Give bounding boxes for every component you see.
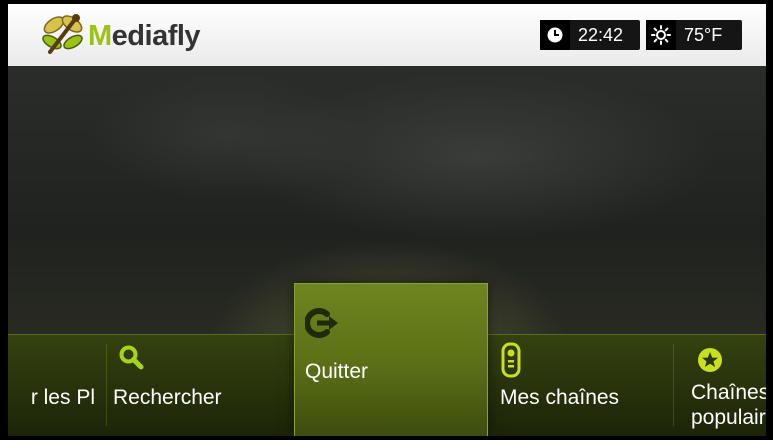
clock-display: 22:42	[540, 20, 640, 50]
header-bar: Mediafly 22:42 75°F	[8, 4, 766, 67]
menu-item-partial-left[interactable]: r les Pl	[8, 334, 103, 436]
temperature: 75°F	[684, 24, 723, 45]
tv-screen: Mediafly 22:42 75°F r les Pl Rechercher …	[0, 0, 773, 440]
menu-item-label: Quitter	[305, 360, 369, 383]
menu-item-label: Mes chaînes	[500, 386, 620, 409]
menu-item-chaines-populaires[interactable]: Chaînes populair	[688, 334, 766, 436]
mediafly-logo: Mediafly	[38, 10, 248, 60]
menu-item-rechercher[interactable]: Rechercher	[108, 334, 268, 436]
remote-icon	[501, 342, 521, 378]
menu-item-label: Rechercher	[113, 386, 222, 409]
star-icon	[698, 348, 722, 372]
sun-icon	[646, 20, 676, 50]
menu-item-label: Chaînes populair	[691, 381, 766, 429]
weather-display: 75°F	[646, 20, 742, 50]
clock-icon	[540, 20, 570, 50]
menu-divider	[106, 344, 107, 426]
search-icon	[119, 345, 144, 370]
menu-item-mes-chaines[interactable]: Mes chaînes	[490, 334, 660, 436]
logo-text: Mediafly	[88, 20, 201, 52]
exit-icon	[305, 308, 338, 338]
menu-item-label: r les Pl	[30, 386, 95, 409]
menu-divider	[673, 344, 674, 426]
mediafly-app: Mediafly 22:42 75°F r les Pl Rechercher …	[8, 4, 766, 436]
clock-time: 22:42	[578, 24, 624, 45]
menu-item-quitter[interactable]: Quitter	[294, 283, 488, 436]
dragonfly-logo-icon	[42, 14, 83, 54]
